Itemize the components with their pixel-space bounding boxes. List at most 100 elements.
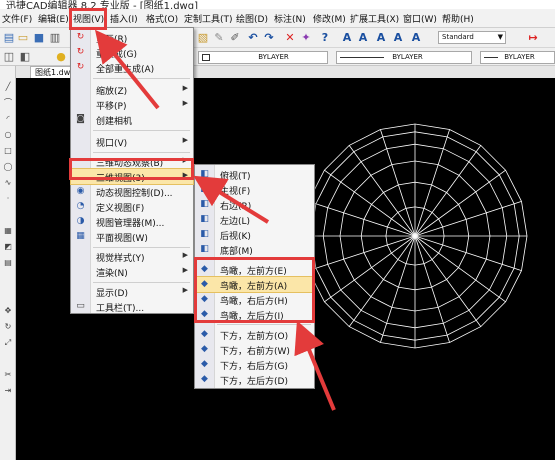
menu-item-3d-views[interactable]: 三维视图(3) ▶ (70, 168, 194, 185)
menu-item-se-iso[interactable]: ◆ 鸟瞰，左前方(A) (194, 276, 315, 293)
menu-item-below-se[interactable]: ◆ 下方，右前方(W) (195, 342, 314, 357)
text-edit-icon[interactable]: A (409, 31, 423, 45)
brush-icon[interactable]: ✎ (212, 31, 226, 45)
undo-icon[interactable]: ↶ (246, 31, 260, 45)
move-tool-icon[interactable]: ✥ (3, 306, 13, 316)
menu-window[interactable]: 窗口(W) (403, 12, 437, 25)
dynamic-view-icon: ◉ (76, 186, 85, 196)
rectangle-tool-icon[interactable]: □ (3, 146, 13, 156)
menu-item-top-view[interactable]: ◧ 俯视(T) (195, 167, 314, 182)
menu-item-left-view[interactable]: ◧ 左边(L) (195, 212, 314, 227)
paste-icon[interactable]: ▧ (196, 31, 210, 45)
extend-tool-icon[interactable]: ⇥ (3, 386, 13, 396)
menu-item-label: 主视(F) (220, 187, 251, 197)
region-tool-icon[interactable]: ◩ (3, 242, 13, 252)
menu-item-3d-orbit[interactable]: 三维动态观察(B) ▶ (71, 154, 193, 169)
menu-item-label: 重画(R) (96, 35, 128, 45)
menu-item-front-view[interactable]: ◧ 主视(F) (195, 182, 314, 197)
menu-item-plan-view[interactable]: ▦ 平面视图(W) (71, 229, 193, 244)
text-style-combo[interactable]: Standard ▼ (438, 31, 506, 44)
menu-item-sw-iso[interactable]: ◆ 鸟瞰，左前方(E) (195, 262, 314, 277)
menu-item-redraw[interactable]: ↻ 重画(R) (71, 30, 193, 45)
menu-item-zoom[interactable]: 缩放(Z) ▶ (71, 82, 193, 97)
menu-insert[interactable]: 插入(I) (110, 12, 138, 25)
menu-extend-tools[interactable]: 扩展工具(X) (350, 12, 399, 25)
scale-tool-icon[interactable]: ⤢ (3, 338, 13, 348)
print-icon[interactable]: ▥ (48, 31, 62, 45)
menu-item-label: 下方，左后方(D) (220, 377, 288, 387)
menu-item-display[interactable]: 显示(D) ▶ (71, 284, 193, 299)
point-tool-icon[interactable]: · (3, 194, 13, 204)
menu-item-right-view[interactable]: ◧ 右边(R) (195, 197, 314, 212)
mtext-icon[interactable]: A (356, 31, 370, 45)
arc-tool-icon[interactable]: ◜ (3, 114, 13, 124)
ellipse-tool-icon[interactable]: ◯ (3, 162, 13, 172)
menu-item-below-sw[interactable]: ◆ 下方，左前方(O) (195, 327, 314, 342)
match-prop-icon[interactable]: ✐ (228, 31, 242, 45)
menu-item-bottom-view[interactable]: ◧ 底部(M) (195, 242, 314, 257)
menu-edit[interactable]: 编辑(E) (38, 12, 69, 25)
menu-item-viewports[interactable]: 视口(V) ▶ (71, 134, 193, 149)
menu-item-create-camera[interactable]: ◙ 创建相机 (71, 112, 193, 127)
menu-help[interactable]: 帮助(H) (442, 12, 474, 25)
purge-icon[interactable]: ✦ (299, 31, 313, 45)
menu-item-view-manager[interactable]: ◑ 视图管理器(M)... (71, 214, 193, 229)
menu-item-visual-styles[interactable]: 视觉样式(Y) ▶ (71, 249, 193, 264)
menu-item-render[interactable]: 渲染(N) ▶ (71, 264, 193, 279)
redo-icon[interactable]: ↷ (262, 31, 276, 45)
circle-tool-icon[interactable]: ○ (3, 130, 13, 140)
layer-icon[interactable]: ◫ (2, 50, 16, 64)
lightbulb-icon[interactable]: ● (54, 50, 68, 64)
text-icon[interactable]: A (340, 31, 354, 45)
left-draw-toolbar: ╱ ⌒ ◜ ○ □ ◯ ∿ · ▦ ◩ ▤ ✥ ↻ ⤢ ✂ ⇥ (0, 66, 16, 460)
line-tool-icon[interactable]: ╱ (3, 82, 13, 92)
menu-item-below-ne[interactable]: ◆ 下方，右后方(G) (195, 357, 314, 372)
menu-item-below-nw[interactable]: ◆ 下方，左后方(D) (195, 372, 314, 387)
layer-tool-icon[interactable]: ◧ (18, 50, 32, 64)
menu-item-toolbars[interactable]: ▭ 工具栏(T)... (71, 299, 193, 314)
sphere-meridian (324, 169, 416, 237)
menu-view[interactable]: 视图(V) (73, 12, 104, 25)
menu-item-define-view[interactable]: ◔ 定义视图(F) (71, 199, 193, 214)
plan-view-icon: ▦ (76, 231, 85, 241)
menu-modify[interactable]: 修改(M) (313, 12, 346, 25)
linetype-combo[interactable]: BYLAYER (198, 51, 328, 64)
menu-item-nw-iso[interactable]: ◆ 鸟瞰，左后方(I) (195, 307, 314, 322)
menu-item-label: 工具栏(T)... (96, 304, 145, 314)
menu-item-dynamic-view[interactable]: ◉ 动态视图控制(D)... (71, 184, 193, 199)
save-icon[interactable]: ■ (32, 31, 46, 45)
menu-draw[interactable]: 绘图(D) (236, 12, 268, 25)
menu-item-label: 下方，左前方(O) (220, 332, 289, 342)
lineweight-combo[interactable]: BYLAYER (336, 51, 472, 64)
view-menu: ↻ 重画(R) ↻ 重生成(G) ↻ 全部重生成(A) 缩放(Z) ▶ 平移(P… (70, 27, 194, 314)
menu-item-back-view[interactable]: ◧ 后视(K) (195, 227, 314, 242)
menu-item-pan[interactable]: 平移(P) ▶ (71, 97, 193, 112)
menu-item-regen-all[interactable]: ↻ 全部重生成(A) (71, 60, 193, 75)
text-style-icon[interactable]: A (391, 31, 405, 45)
new-file-icon[interactable]: ▤ (2, 31, 16, 45)
menu-dimension[interactable]: 标注(N) (274, 12, 306, 25)
sphere-meridian (414, 235, 482, 327)
delete-icon[interactable]: ✕ (283, 31, 297, 45)
rotate-tool-icon[interactable]: ↻ (3, 322, 13, 332)
hatch-tool-icon[interactable]: ▦ (3, 226, 13, 236)
table-tool-icon[interactable]: ▤ (3, 258, 13, 268)
menu-item-label: 渲染(N) (96, 269, 128, 279)
menu-item-ne-iso[interactable]: ◆ 鸟瞰，右后方(H) (195, 292, 314, 307)
trim-tool-icon[interactable]: ✂ (3, 370, 13, 380)
below-view-icon: ◆ (201, 374, 208, 384)
menu-format[interactable]: 格式(O) (146, 12, 178, 25)
plotstyle-combo[interactable]: BYLAYER (480, 51, 555, 64)
dimension-arrow-icon[interactable]: ↦ (526, 31, 540, 45)
large-text-icon[interactable]: A (374, 31, 388, 45)
menu-item-label: 鸟瞰，左前方(E) (220, 267, 287, 277)
spline-tool-icon[interactable]: ∿ (3, 178, 13, 188)
menu-file[interactable]: 文件(F) (2, 12, 32, 25)
menu-item-label: 右边(R) (220, 202, 252, 212)
open-file-icon[interactable]: ▭ (16, 31, 30, 45)
polyline-tool-icon[interactable]: ⌒ (3, 98, 13, 108)
menu-item-label: 重生成(G) (96, 50, 137, 60)
menu-custom-tools[interactable]: 定制工具(T) (184, 12, 233, 25)
menu-item-regen[interactable]: ↻ 重生成(G) (71, 45, 193, 60)
help-icon[interactable]: ? (318, 31, 332, 45)
